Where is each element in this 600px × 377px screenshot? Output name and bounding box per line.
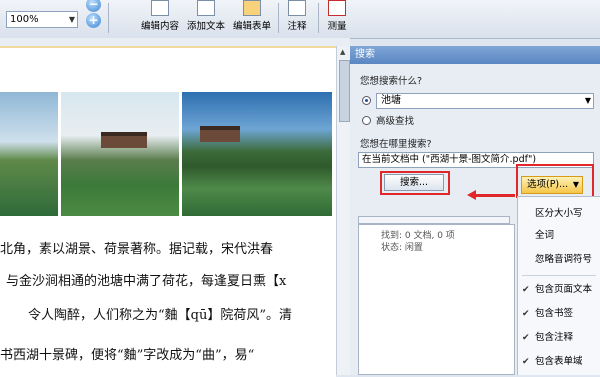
pavilion-image [101, 132, 147, 148]
menu-item-ignore-diacritics[interactable]: 忽略音调符号 [518, 249, 600, 271]
zoom-in-icon[interactable]: + [86, 13, 101, 28]
toolbar-divider [108, 3, 109, 33]
add-text-button[interactable]: 添加文本 [184, 0, 228, 34]
menu-item-label: 包含页面文本 [535, 284, 593, 295]
menu-item-include-comments[interactable]: ✔ 包含注释 [518, 327, 600, 349]
search-term-input[interactable]: 池塘 ▼ [376, 93, 594, 109]
zoom-select[interactable]: 100% ▼ [6, 11, 78, 28]
toolbar-divider [318, 3, 319, 33]
edit-content-label: 编辑内容 [140, 21, 179, 32]
menu-item-label: 区分大小写 [535, 208, 583, 219]
edit-content-icon [151, 0, 169, 16]
annotate-label: 注释 [287, 21, 307, 32]
search-results-list[interactable]: 找到: 0 文档, 0 项 状态: 闲置 [358, 224, 515, 375]
menu-item-label: 忽略音调符号 [535, 254, 593, 265]
add-text-label: 添加文本 [186, 21, 225, 32]
zoom-value: 100% [10, 14, 39, 25]
edit-form-label: 编辑表单 [232, 21, 271, 32]
document-text-line: 书西湖十景碑，便将“麯”字改成为“曲”，易“ [0, 348, 255, 363]
add-text-icon [197, 0, 215, 16]
annotate-icon [288, 0, 306, 16]
zoom-out-icon[interactable]: − [86, 0, 101, 12]
document-scrollbar[interactable]: ▲ [336, 46, 351, 375]
advanced-search-radio[interactable] [362, 116, 371, 125]
status-text: 状态: 闲置 [381, 243, 423, 253]
lotus-photo-2 [61, 92, 179, 216]
search-button-highlight [380, 171, 450, 195]
menu-item-whole-word[interactable]: 全词 [518, 225, 600, 247]
pavilion-image [200, 126, 240, 142]
measure-button[interactable]: 测量 [324, 0, 350, 34]
measure-label: 测量 [327, 21, 347, 32]
check-icon: ✔ [522, 309, 530, 319]
question-where-label: 您想在哪里搜索? [360, 139, 432, 150]
red-arrow-icon [467, 190, 476, 200]
search-scope-value: 在当前文档中 ("西湖十景-图文简介.pdf") [362, 154, 537, 165]
search-progress-bar [358, 216, 510, 224]
document-text-line: 北角，素以湖景、荷景著称。据记载，宋代洪春 [0, 242, 274, 257]
menu-item-include-form-fields[interactable]: ✔ 包含表单域 [518, 351, 600, 373]
document-tab-strip [0, 38, 350, 46]
menu-item-label: 全词 [535, 230, 555, 241]
search-term-value: 池塘 [381, 95, 401, 106]
measure-icon [328, 0, 346, 16]
scroll-up-icon[interactable]: ▲ [340, 48, 345, 56]
menu-item-label: 包含表单域 [535, 356, 583, 367]
red-arrow-line [475, 194, 515, 197]
check-icon: ✔ [522, 285, 530, 295]
annotate-button[interactable]: 注释 [284, 0, 310, 34]
document-text-line: 与金沙涧相通的池塘中满了荷花，每逢夏日熏【x [6, 274, 287, 289]
edit-form-button[interactable]: 编辑表单 [229, 0, 275, 34]
chevron-down-icon: ▼ [584, 96, 591, 105]
options-button-highlight [516, 164, 594, 198]
question-what-label: 您想搜索什么? [360, 76, 423, 87]
check-icon: ✔ [522, 357, 530, 367]
advanced-search-link[interactable]: 高级查找 [376, 113, 414, 127]
menu-item-label: 包含注释 [535, 332, 574, 343]
check-icon: ✔ [522, 333, 530, 343]
options-menu: 区分大小写 全词 忽略音调符号 ✔ 包含页面文本 ✔ 包含书签 ✔ 包含注释 ✔… [517, 196, 600, 375]
menu-item-label: 包含书签 [535, 308, 574, 319]
search-panel: 搜索 您想搜索什么? 池塘 ▼ 高级查找 您想在哪里搜索? 在当前文档中 ("西… [350, 46, 600, 375]
lotus-photo-1 [0, 92, 58, 216]
search-term-radio[interactable] [362, 96, 371, 105]
document-text-line: 令人陶醉，人们称之为“麯【qū】院荷风”。清 [28, 308, 292, 323]
menu-item-include-page-text[interactable]: ✔ 包含页面文本 [518, 279, 600, 301]
menu-item-match-case[interactable]: 区分大小写 [518, 203, 600, 225]
edit-form-icon [243, 0, 261, 16]
chevron-down-icon: ▼ [68, 15, 75, 24]
menu-item-include-bookmarks[interactable]: ✔ 包含书签 [518, 303, 600, 325]
edit-content-button[interactable]: 编辑内容 [136, 0, 184, 34]
lotus-photo-3 [182, 92, 332, 216]
scrollbar-thumb[interactable] [339, 60, 350, 122]
menu-divider [522, 275, 596, 276]
toolbar-divider [278, 3, 279, 33]
document-page: 北角，素以湖景、荷景著称。据记载，宋代洪春 与金沙涧相通的池塘中满了荷花，每逢夏… [0, 46, 336, 377]
ribbon-toolbar: 100% ▼ − + 编辑内容 添加文本 编辑表单 注释 测量 [0, 0, 600, 39]
search-panel-title: 搜索 [350, 46, 600, 64]
